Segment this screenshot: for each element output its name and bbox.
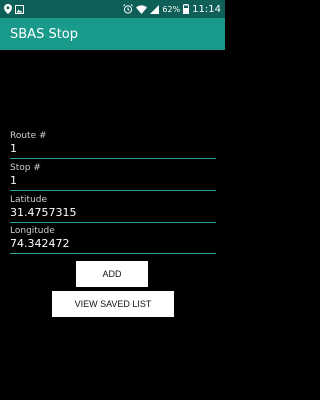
status-left-icons	[4, 4, 24, 14]
app-title: SBAS Stop	[10, 26, 79, 42]
status-time: 11:14	[192, 3, 221, 15]
latitude-label: Latitude	[10, 195, 48, 205]
signal-icon	[150, 4, 160, 14]
stop-label: Stop #	[10, 163, 41, 173]
latitude-underline	[10, 222, 216, 223]
route-underline	[10, 158, 216, 159]
battery-percent: 62%	[162, 4, 181, 14]
alarm-icon	[123, 4, 134, 14]
add-button[interactable]: ADD	[76, 261, 148, 287]
stop-field[interactable]: Stop # 1	[10, 163, 216, 191]
wifi-icon	[136, 4, 148, 14]
longitude-label: Longitude	[10, 226, 55, 236]
route-field[interactable]: Route # 1	[10, 131, 216, 159]
battery-icon	[183, 4, 190, 14]
route-input[interactable]: 1	[10, 142, 216, 156]
latitude-field[interactable]: Latitude 31.4757315	[10, 195, 216, 223]
status-right-icons: 62% 11:14	[123, 4, 221, 15]
longitude-input[interactable]: 74.342472	[10, 237, 216, 251]
stop-underline	[10, 190, 216, 191]
app-bar: SBAS Stop	[0, 18, 225, 50]
longitude-field[interactable]: Longitude 74.342472	[10, 226, 216, 254]
route-label: Route #	[10, 131, 47, 141]
latitude-input[interactable]: 31.4757315	[10, 206, 216, 220]
stop-input[interactable]: 1	[10, 174, 216, 188]
view-saved-list-button[interactable]: VIEW SAVED LIST	[52, 291, 174, 317]
image-icon	[15, 4, 24, 14]
location-icon	[4, 4, 12, 14]
longitude-underline	[10, 253, 216, 254]
status-bar: 62% 11:14	[0, 0, 225, 18]
